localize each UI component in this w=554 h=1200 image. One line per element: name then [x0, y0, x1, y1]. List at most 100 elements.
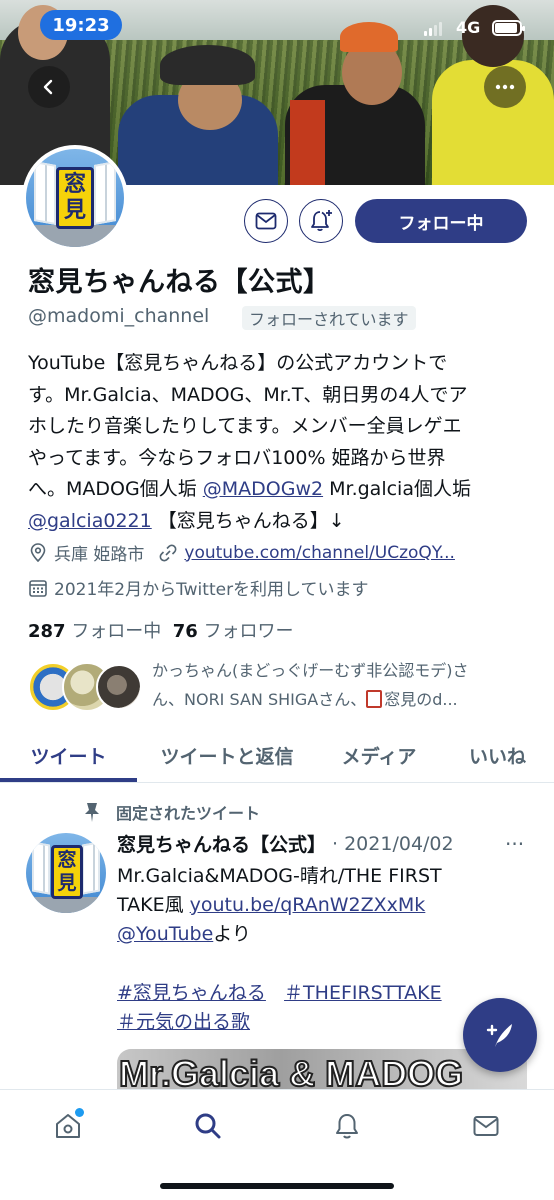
tweet-text-part: TAKE風: [117, 894, 190, 916]
mutual-line: かっちゃん(まどっぐげーむず非公認モデ)さ: [152, 661, 469, 680]
profile-tabs: ツイート ツイートと返信 メディア いいね: [0, 728, 554, 783]
profile-avatar[interactable]: 窓 見: [22, 145, 128, 251]
bio-text: Mr.galcia個人垢: [323, 478, 471, 500]
tab-likes[interactable]: いいね: [441, 728, 554, 783]
avatar-logo: 窓 見: [51, 845, 83, 899]
tweet-more-button[interactable]: ···: [505, 832, 524, 856]
tweet-date[interactable]: · 2021/04/02: [332, 833, 454, 855]
more-horizontal-icon: [495, 84, 515, 90]
compose-feather-icon: [486, 1024, 512, 1047]
nav-notifications[interactable]: [327, 1106, 367, 1146]
battery-icon: [492, 20, 525, 36]
bio-line: やってます。今ならフォロバ100% 姫路から世界: [28, 446, 446, 469]
mention-link[interactable]: @galcia0221: [28, 510, 152, 532]
pinned-label-row: 固定されたツイート: [82, 800, 260, 824]
tweet-hashtags: #窓見ちゃんねる ＃THEFIRSTTAKE ＃元気の出る歌: [117, 979, 517, 1037]
mail-icon: [255, 212, 277, 230]
followers-label: フォロワー: [203, 621, 294, 642]
banner-person-sleeve: [290, 100, 325, 185]
following-stat[interactable]: 287 フォロー中: [28, 621, 161, 642]
bell-plus-icon: [311, 210, 332, 232]
nav-messages[interactable]: [466, 1106, 506, 1146]
mutual-text-part: ん、NORI SAN SHIGAさん、: [152, 690, 367, 709]
back-button[interactable]: [28, 66, 70, 108]
tweet-line: @YouTubeより: [117, 920, 517, 949]
link-icon: [159, 544, 177, 561]
mutual-followers-avatars[interactable]: [28, 662, 142, 714]
bio-line: @galcia0221 【窓見ちゃんねる】↓: [28, 506, 528, 538]
pin-icon: [85, 803, 99, 822]
follow-counts: 287 フォロー中 76 フォロワー: [28, 617, 294, 643]
followers-count: 76: [172, 621, 198, 642]
mention-link[interactable]: @MADOGw2: [203, 478, 323, 500]
avatar-logo: 窓 見: [56, 167, 94, 229]
tweet-line: Mr.Galcia&MADOG-晴れ/THE FIRST: [117, 865, 442, 887]
hashtag-line: ＃元気の出る歌: [117, 1008, 517, 1037]
avatar-logo-char: 窓: [63, 172, 86, 197]
profile-joined-row: 2021年2月からTwitterを利用しています: [28, 575, 369, 600]
bio-line: YouTube【窓見ちゃんねる】の公式アカウントで: [28, 352, 448, 374]
following-count: 287: [28, 621, 66, 642]
thumbnail-title: Mr.Galcia & MADOG: [118, 1052, 464, 1089]
notification-dot: [75, 1108, 84, 1117]
profile-joined: 2021年2月からTwitterを利用しています: [54, 580, 369, 600]
calendar-icon: [29, 579, 47, 597]
profile-website-link[interactable]: youtube.com/channel/UCzoQY...: [184, 543, 455, 563]
search-icon: [195, 1113, 221, 1139]
compose-tweet-button[interactable]: [463, 998, 537, 1072]
mutual-text-part: 窓見のd...: [384, 690, 458, 709]
profile-location: 兵庫 姫路市: [54, 545, 145, 565]
hashtag-line: #窓見ちゃんねる ＃THEFIRSTTAKE: [117, 979, 517, 1008]
status-time: 19:23: [40, 10, 122, 40]
nav-search[interactable]: [188, 1106, 228, 1146]
tweet-avatar[interactable]: 窓 見: [26, 833, 106, 913]
message-button[interactable]: [244, 199, 288, 243]
tab-tweets[interactable]: ツイート: [0, 728, 137, 783]
nav-home[interactable]: [48, 1106, 88, 1146]
bio-text: へ。MADOG個人垢: [28, 478, 203, 500]
hashtag-link[interactable]: ＃THEFIRSTTAKE: [284, 982, 442, 1004]
pinned-label: 固定されたツイート: [116, 804, 261, 823]
door-emoji-icon: [366, 690, 383, 708]
active-tab-indicator: [0, 778, 137, 782]
followers-stat[interactable]: 76 フォロワー: [173, 621, 294, 642]
tweet-mention-link[interactable]: @YouTube: [117, 923, 213, 945]
following-label: フォロー中: [71, 621, 162, 642]
profile-meta-row: 兵庫 姫路市 youtube.com/channel/UCzoQY...: [28, 540, 455, 565]
hashtag-link[interactable]: #窓見ちゃんねる: [117, 982, 266, 1004]
chevron-left-icon: [43, 79, 53, 95]
banner-person-cap: [340, 22, 398, 52]
mail-icon: [473, 1116, 499, 1136]
hashtag-link[interactable]: ＃元気の出る歌: [117, 1011, 250, 1033]
tab-tweets-replies[interactable]: ツイートと返信: [137, 728, 317, 783]
signal-icon: [424, 22, 442, 36]
more-options-button[interactable]: [484, 66, 526, 108]
avatar-logo-char: 見: [57, 872, 77, 894]
mutual-line: ん、NORI SAN SHIGAさん、 窓見のd...: [152, 685, 527, 714]
tweet-line: TAKE風 youtu.be/qRAnW2ZXxMk: [117, 891, 517, 920]
tweet-media-thumbnail[interactable]: Mr.Galcia & MADOG: [117, 1049, 527, 1089]
avatar-logo-char: 見: [63, 198, 86, 223]
bio-text: 【窓見ちゃんねる】↓: [151, 509, 345, 532]
avatar: [96, 664, 142, 710]
profile-handle: @madomi_channel: [28, 305, 210, 327]
avatar-logo-char: 窓: [57, 849, 77, 871]
tweet-url-link[interactable]: youtu.be/qRAnW2ZXxMk: [190, 894, 426, 916]
home-indicator: [160, 1183, 394, 1189]
tweet-author[interactable]: 窓見ちゃんねる【公式】: [117, 830, 326, 857]
bio-line: へ。MADOG個人垢 @MADOGw2 Mr.galcia個人垢: [28, 474, 528, 506]
bio-line: す。Mr.Galcia、MADOG、Mr.T、朝日男の4人でア: [28, 383, 468, 406]
network-type: 4G: [456, 18, 481, 37]
tweet-text-part: より: [213, 923, 251, 945]
following-button[interactable]: フォロー中: [355, 199, 527, 243]
bell-icon: [336, 1114, 358, 1139]
tab-media[interactable]: メディア: [317, 728, 441, 783]
tweet-text: Mr.Galcia&MADOG-晴れ/THE FIRST TAKE風 youtu…: [117, 862, 517, 949]
follows-you-badge: フォローされています: [242, 306, 416, 330]
tweet-header: 窓見ちゃんねる【公式】 · 2021/04/02: [117, 830, 454, 857]
mutual-followers-text[interactable]: かっちゃん(まどっぐげーむず非公認モデ)さ ん、NORI SAN SHIGAさん…: [152, 656, 527, 714]
banner-person-hat: [160, 45, 255, 85]
location-pin-icon: [30, 542, 46, 562]
profile-name: 窓見ちゃんねる【公式】: [28, 267, 331, 298]
notification-subscribe-button[interactable]: [299, 199, 343, 243]
